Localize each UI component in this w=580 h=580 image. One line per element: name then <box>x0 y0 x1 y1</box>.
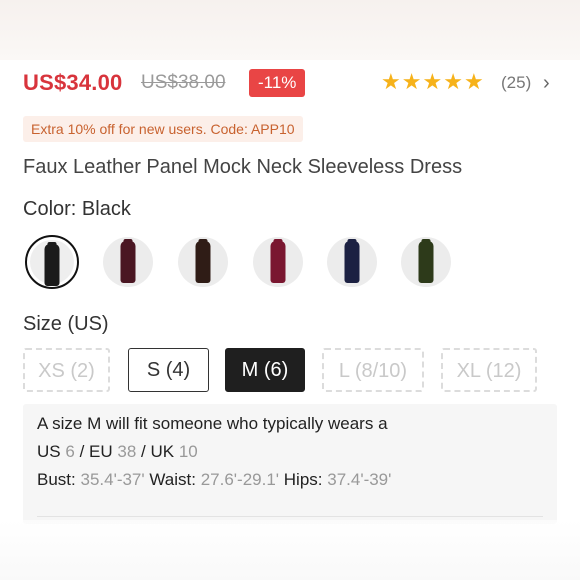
color-swatch-navy[interactable] <box>327 237 377 287</box>
price-row: US$34.00 US$38.00 -11% ★★★★★ (25) › <box>23 69 563 100</box>
promo-banner: Extra 10% off for new users. Code: APP10 <box>23 116 303 142</box>
color-label: Color: Black <box>23 198 131 220</box>
color-swatch-wine-red[interactable] <box>253 237 303 287</box>
size-fit-info: A size M will fit someone who typically … <box>23 404 557 524</box>
dress-thumbnail <box>44 242 60 286</box>
rating-stars[interactable]: ★★★★★ <box>381 70 485 94</box>
chevron-right-icon[interactable]: › <box>543 72 550 95</box>
color-swatch-black[interactable] <box>25 235 79 289</box>
star-icon: ★ <box>422 69 443 94</box>
product-title: Faux Leather Panel Mock Neck Sleeveless … <box>23 156 463 178</box>
divider <box>37 516 543 517</box>
bottom-fade <box>0 520 580 580</box>
star-icon: ★ <box>381 69 401 94</box>
color-swatch-burgundy[interactable] <box>103 237 153 287</box>
size-label: Size (US) <box>23 313 109 335</box>
dress-thumbnail <box>270 239 286 283</box>
fit-intro: A size M will fit someone who typically … <box>37 414 388 433</box>
size-option-xs[interactable]: XS (2) <box>23 348 110 392</box>
review-count[interactable]: (25) <box>501 73 531 93</box>
dress-thumbnail <box>418 239 434 283</box>
color-swatch-brown[interactable] <box>178 237 228 287</box>
dress-thumbnail <box>344 239 360 283</box>
size-option-xl[interactable]: XL (12) <box>441 348 537 392</box>
dress-thumbnail <box>120 239 136 283</box>
discount-badge: -11% <box>249 69 306 97</box>
dress-thumbnail <box>195 239 211 283</box>
image-area-edge <box>0 0 580 60</box>
color-swatch-olive[interactable] <box>401 237 451 287</box>
size-option-m[interactable]: M (6) <box>225 348 305 392</box>
star-icon: ★ <box>443 69 463 94</box>
original-price: US$38.00 <box>141 72 226 93</box>
fit-measurements: Bust: 35.4'-37' Waist: 27.6'-29.1' Hips:… <box>37 470 392 489</box>
size-option-s[interactable]: S (4) <box>128 348 209 392</box>
star-icon: ★ <box>463 69 484 94</box>
fit-equivalents: US 6 / EU 38 / UK 10 <box>37 442 198 461</box>
star-icon: ★ <box>401 69 422 94</box>
size-option-l[interactable]: L (8/10) <box>322 348 424 392</box>
current-price: US$34.00 <box>23 70 123 95</box>
